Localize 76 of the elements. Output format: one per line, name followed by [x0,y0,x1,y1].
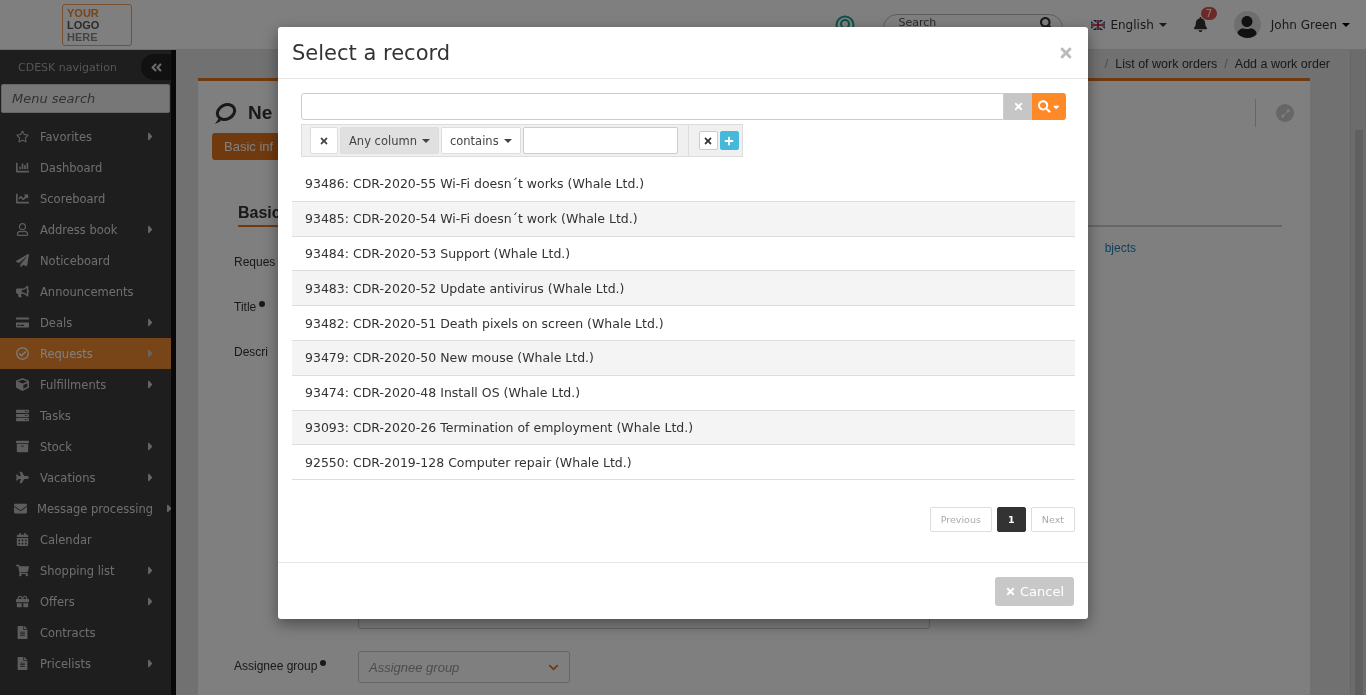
menu-item[interactable]: Favorites [0,121,171,152]
menu-item[interactable]: Message processing [0,493,171,524]
server-icon [14,409,30,422]
objects-link[interactable]: bjects [1104,241,1136,255]
logo: YOUR LOGO HERE [62,3,132,46]
expand-icon[interactable] [1276,104,1294,122]
page-button[interactable]: 1 [996,507,1026,533]
user-name[interactable]: John Green [1270,17,1337,32]
menu-item[interactable]: Calendar [0,524,171,555]
menu-search-field[interactable]: Menu search [1,84,170,113]
ring-icon [212,100,238,126]
paper-plane-icon [14,254,30,267]
search-icon [1038,99,1051,114]
field-label: Title [234,300,257,314]
column-dropdown[interactable]: Any column [340,127,439,154]
page-title: Ne [248,102,273,124]
search-button[interactable] [1032,93,1066,120]
menu-item[interactable]: Tasks [0,400,171,431]
breadcrumb-link[interactable]: List of work orders [1115,57,1218,71]
field-label: Reques [234,255,276,269]
flag-icon [1091,19,1106,30]
menu-item[interactable]: Noticeboard [0,245,171,276]
dialog-title: Select a record [292,40,451,65]
scrollbar[interactable] [1350,50,1366,695]
menu-item[interactable]: Dashboard [0,152,171,183]
filter-value-field[interactable] [522,127,678,154]
user-icon [14,223,30,236]
menu-item[interactable]: Vacations [0,462,171,493]
star-icon [14,130,30,143]
breadcrumb-link[interactable]: Add a work order [1234,57,1330,71]
cart-icon [14,564,30,577]
plus-icon [724,135,735,146]
menu-item[interactable]: Contracts [0,617,171,648]
megaphone-icon [14,285,30,298]
record-row[interactable]: 93093: CDR-2020-26 Termination of employment (Whale Ltd.) [292,410,1075,446]
close-icon [1012,101,1024,112]
gift-icon [14,595,30,608]
avatar-icon[interactable] [1233,11,1261,38]
menu-item[interactable]: Pricelists [0,648,171,679]
clear-button[interactable] [1004,93,1032,120]
field-label: Assignee group [234,659,318,673]
collapse-button[interactable] [141,54,171,80]
close-icon [319,135,329,146]
double-chevron-icon [149,60,163,74]
archive-icon [14,440,30,453]
language-selector[interactable]: English [1091,17,1167,32]
record-row[interactable]: 93485: CDR-2020-54 Wi-Fi doesn´t work (Whale Ltd.) [292,201,1075,237]
record-row[interactable]: 93483: CDR-2020-52 Update antivirus (Whale Ltd.) [292,271,1075,307]
record-row[interactable]: 93479: CDR-2020-50 New mouse (Whale Ltd.) [292,341,1075,376]
plane-icon [14,471,30,484]
menu-item[interactable]: Scoreboard [0,183,171,214]
envelope-icon [14,502,27,515]
breadcrumb-separator: / [1104,57,1109,71]
breadcrumb-separator: / [1224,57,1228,71]
notification-count: 7 [1200,7,1218,20]
menu-item[interactable]: Shopping list [0,555,171,586]
menu-item[interactable]: Announcements [0,276,171,307]
menu-item[interactable]: Stock [0,431,171,462]
search-field[interactable] [301,93,1004,120]
bell-icon[interactable] [1192,17,1208,32]
cube-icon [14,378,30,391]
menu-item[interactable]: Deals [0,307,171,338]
field-label: Descri [234,345,268,359]
operator-dropdown[interactable]: contains [440,127,521,154]
close-icon [703,135,714,146]
credit-card-icon [14,316,30,329]
menu-item[interactable]: Fulfillments [0,369,171,400]
clear-filters-button[interactable] [698,131,718,150]
menu-item[interactable]: Offers [0,586,171,617]
menu-item[interactable]: Requests [0,338,171,369]
close-icon [1004,585,1016,597]
calendar-icon [14,533,30,546]
bar-chart-icon [14,161,30,174]
menu-item[interactable]: Address book [0,214,171,245]
remove-filter-button[interactable] [310,127,338,154]
line-chart-icon [14,192,30,205]
